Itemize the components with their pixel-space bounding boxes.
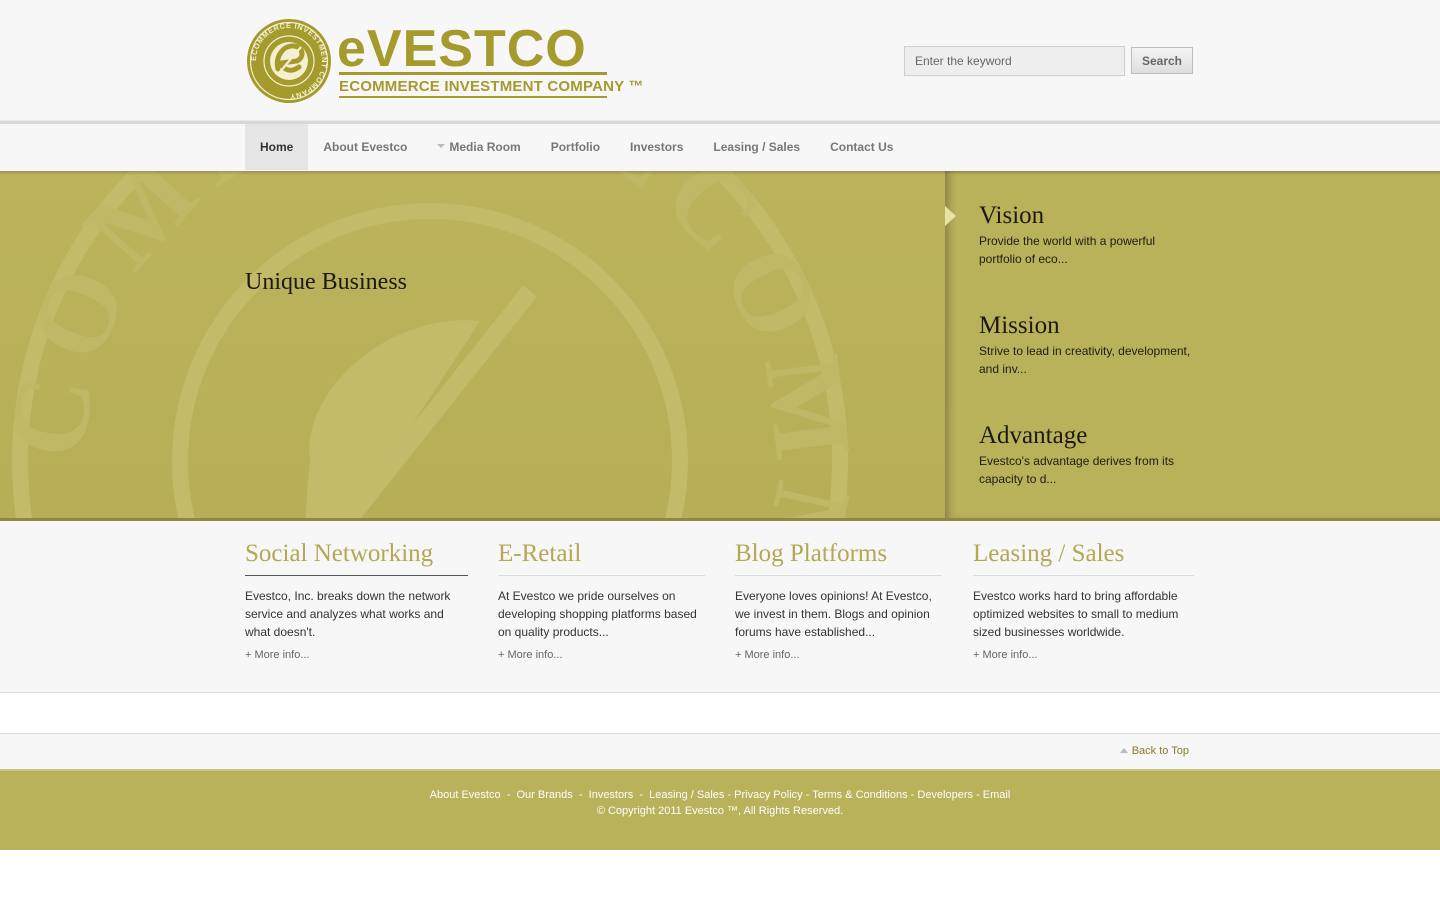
feature-title: Mission [979,312,1060,339]
services-section: Social Networking Evestco, Inc. breaks d… [0,521,1440,693]
back-to-top-bar: Back to Top [0,733,1440,769]
evestco-logo[interactable]: ECOMMERCE INVESTMENT COMPANY eVESTCO ECO… [245,17,643,105]
footer-separator: - [633,789,650,801]
hero-title: Unique Business [245,269,407,295]
footer-separator: - [907,789,918,801]
column-title[interactable]: Blog Platforms [735,539,942,576]
column-text: Evestco, Inc. breaks down the network se… [245,589,451,639]
logo-tagline: ECOMMERCE INVESTMENT COMPANY ™ [339,78,644,95]
column-text: Evestco works hard to bring affordable o… [973,589,1179,639]
column-text: At Evestco we pride ourselves on develop… [498,589,697,639]
footer-separator: - [500,789,517,801]
nav-item-investors[interactable]: Investors [615,124,698,170]
column-text: Everyone loves opinions! At Evestco, we … [735,589,932,639]
nav-item-portfolio[interactable]: Portfolio [536,124,615,170]
arrow-up-icon [1119,747,1128,753]
hero-feature-list: Vision Provide the world with a powerful… [945,171,1440,518]
footer-link-privacy-policy[interactable]: Privacy Policy [734,789,802,801]
feature-text: Evestco's advantage derives from its cap… [979,454,1175,486]
footer-link-our-brands[interactable]: Our Brands [517,789,573,801]
column-title[interactable]: Leasing / Sales [973,539,1194,576]
footer-link-email[interactable]: Email [983,789,1011,801]
back-to-top-link[interactable]: Back to Top [1119,745,1189,757]
footer-link-leasing-sales[interactable]: Leasing / Sales [649,789,724,801]
footer-separator: - [572,789,589,801]
more-info-link[interactable]: + More info... [498,649,563,661]
feature-advantage[interactable]: Advantage Evestco's advantage derives fr… [979,421,1199,488]
feature-title: Vision [979,202,1045,229]
footer-link-developers[interactable]: Developers [917,789,973,801]
active-slide-arrow-icon [945,206,956,226]
nav-item-home[interactable]: Home [245,124,309,170]
feature-text: Provide the world with a powerful portfo… [979,234,1156,266]
footer-separator: - [973,789,983,801]
footer-separator: - [724,789,735,801]
feature-vision[interactable]: Vision Provide the world with a powerful… [979,201,1199,268]
seal-logo-icon: ECOMMERCE INVESTMENT COMPANY [247,19,331,103]
hero-top-shadow [0,171,1440,175]
site-footer: About Evestco - Our Brands - Investors -… [0,769,1440,850]
main-nav: Home About Evestco Media Room Portfolio … [0,124,1440,171]
footer-link-investors[interactable]: Investors [589,789,634,801]
more-info-link[interactable]: + More info... [245,649,310,661]
nav-item-leasing-sales[interactable]: Leasing / Sales [698,124,815,170]
nav-item-contact-us[interactable]: Contact Us [815,124,908,170]
footer-links: About Evestco - Our Brands - Investors -… [0,789,1440,801]
footer-separator: - [802,789,813,801]
nav-item-media-room[interactable]: Media Room [422,124,535,170]
hero-slider: COMPANY ECOMMERCE INVESTMENT Unique Busi… [0,171,1440,521]
service-column-leasing-sales: Leasing / Sales Evestco works hard to br… [973,539,1194,663]
service-column-social-networking: Social Networking Evestco, Inc. breaks d… [245,539,468,663]
service-column-blog-platforms: Blog Platforms Everyone loves opinions! … [735,539,942,663]
more-info-link[interactable]: + More info... [735,649,800,661]
service-column-e-retail: E-Retail At Evestco we pride ourselves o… [498,539,705,663]
hero-slide[interactable]: COMPANY ECOMMERCE INVESTMENT Unique Busi… [0,171,945,518]
copyright-text: © Copyright 2011 Evestco ™, All Rights R… [596,805,844,817]
logo-rule [339,72,607,75]
feature-title: Advantage [979,422,1088,449]
column-title[interactable]: E-Retail [498,539,705,576]
feature-text: Strive to lead in creativity, developmen… [979,344,1191,376]
nav-item-label: Media Room [449,140,521,154]
footer-link-terms-conditions[interactable]: Terms & Conditions [812,789,907,801]
footer-link-about-evestco[interactable]: About Evestco [430,789,501,801]
search-button[interactable]: Search [1131,47,1193,74]
more-info-link[interactable]: + More info... [973,649,1038,661]
logo-rule-bottom [339,96,607,98]
search-input[interactable] [904,46,1125,76]
logo-wordmark: eVESTCO [337,20,587,78]
hero-watermark-seal-icon: COMPANY ECOMMERCE INVESTMENT [10,171,850,518]
feature-mission[interactable]: Mission Strive to lead in creativity, de… [979,311,1199,378]
column-title[interactable]: Social Networking [245,539,468,576]
back-to-top-label: Back to Top [1131,745,1189,757]
site-header: ECOMMERCE INVESTMENT COMPANY eVESTCO ECO… [0,0,1440,120]
nav-item-about-evestco[interactable]: About Evestco [308,124,422,170]
dropdown-caret-icon [437,143,446,148]
